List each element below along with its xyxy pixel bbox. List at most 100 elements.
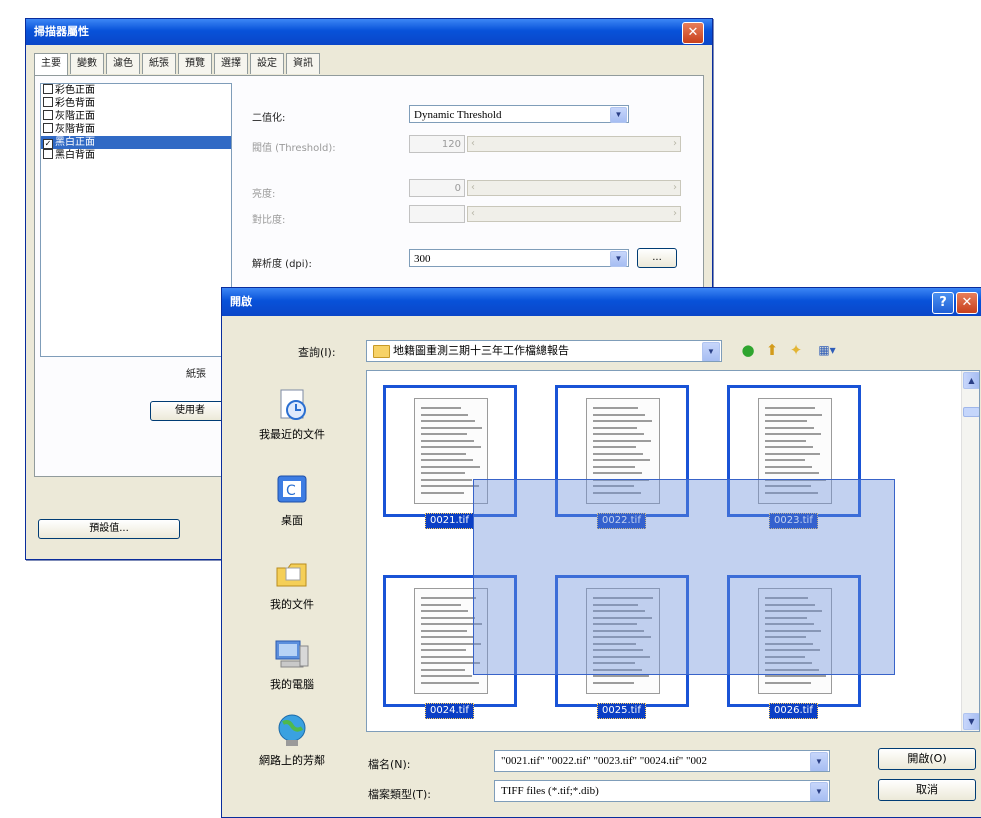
- close-icon[interactable]: ✕: [956, 292, 978, 314]
- threshold-slider[interactable]: ‹ ›: [467, 136, 681, 152]
- resolution-select[interactable]: 300 ▼: [409, 249, 629, 267]
- desktop-icon: C: [272, 470, 312, 510]
- views-menu-icon[interactable]: ▦▾: [812, 340, 842, 360]
- binarize-select[interactable]: Dynamic Threshold ▼: [409, 105, 629, 123]
- use-button[interactable]: 使用者: [150, 401, 230, 421]
- list-item[interactable]: 彩色背面: [41, 97, 231, 110]
- checkbox[interactable]: [43, 110, 53, 120]
- tab-selection[interactable]: 選擇: [214, 53, 248, 74]
- filetype-label: 檔案類型(T):: [368, 788, 432, 801]
- checkbox[interactable]: [43, 123, 53, 133]
- preset-button[interactable]: 預設值...: [38, 519, 180, 539]
- tab-preview[interactable]: 預覽: [178, 53, 212, 74]
- list-item-label: 黑白正面: [55, 137, 95, 148]
- brightness-slider[interactable]: ‹ ›: [467, 180, 681, 196]
- page-text-line: [421, 465, 480, 468]
- page-text-line: [421, 655, 473, 658]
- network-places-icon: [272, 710, 312, 750]
- tab-main[interactable]: 主要: [34, 53, 68, 76]
- tab-variables[interactable]: 變數: [70, 53, 104, 74]
- contrast-slider[interactable]: ‹ ›: [467, 206, 681, 222]
- open-file-dialog: 開啟 ? ✕ 查詢(I): 地籍圖重測三期十三年工作檔總報告 ▼ ● ⬆ ✦ ▦…: [221, 287, 981, 818]
- page-text-line: [593, 446, 636, 448]
- page-text-line: [765, 465, 812, 468]
- file-name-label[interactable]: 0024.tif: [425, 703, 474, 719]
- scanner-tab-strip: 主要 變數 濾色 紙張 預覽 選擇 設定 資訊: [34, 53, 320, 76]
- cancel-button[interactable]: 取消: [878, 779, 976, 801]
- page-text-line: [765, 675, 826, 677]
- filename-input[interactable]: "0021.tif" "0022.tif" "0023.tif" "0024.t…: [494, 750, 830, 772]
- list-item[interactable]: 灰階背面: [41, 123, 231, 136]
- chevron-down-icon[interactable]: ▼: [610, 107, 627, 123]
- new-folder-icon[interactable]: ✦: [786, 340, 806, 360]
- help-icon[interactable]: ?: [932, 292, 954, 314]
- scanner-dialog-title: 掃描器屬性: [26, 19, 712, 45]
- page-text-line: [421, 478, 472, 481]
- chevron-down-icon[interactable]: ▼: [702, 342, 720, 361]
- chevron-down-icon[interactable]: ▼: [610, 251, 627, 267]
- tab-settings[interactable]: 設定: [250, 53, 284, 74]
- page-text-line: [421, 649, 466, 651]
- list-item[interactable]: 彩色正面: [41, 84, 231, 97]
- page-text-line: [593, 426, 637, 429]
- chevron-down-icon[interactable]: ▼: [810, 782, 828, 801]
- scan-side-list: 彩色正面 彩色背面 灰階正面 灰階背面 ✓ 黑白正面 黑白背面: [40, 83, 232, 357]
- tab-info[interactable]: 資訊: [286, 53, 320, 74]
- place-label: 網路上的芳鄰: [259, 754, 325, 767]
- checkbox-checked[interactable]: ✓: [43, 139, 53, 149]
- page-text-line: [593, 465, 635, 468]
- drag-selection-rectangle: [473, 479, 895, 675]
- brightness-input[interactable]: 0: [409, 179, 465, 197]
- my-computer-icon: [272, 634, 312, 674]
- open-button[interactable]: 開啟(O): [878, 748, 976, 770]
- scroll-up-icon[interactable]: ▲: [963, 372, 979, 389]
- page-text-line: [421, 433, 467, 435]
- place-network[interactable]: 網路上的芳鄰: [232, 710, 352, 768]
- file-name-label[interactable]: 0021.tif: [425, 513, 474, 529]
- place-label: 我的電腦: [270, 678, 314, 691]
- page-text-line: [593, 452, 643, 455]
- list-item-selected[interactable]: ✓ 黑白正面: [41, 136, 231, 149]
- contrast-input[interactable]: [409, 205, 465, 223]
- page-text-line: [421, 420, 475, 422]
- page-text-line: [421, 452, 466, 455]
- file-thumbnail-view[interactable]: 0021.tif 0022.tif 0023.tif 0024.tif 0025…: [366, 370, 980, 732]
- place-recent[interactable]: 我最近的文件: [232, 384, 352, 442]
- checkbox[interactable]: [43, 84, 53, 94]
- lookin-select[interactable]: 地籍圖重測三期十三年工作檔總報告 ▼: [366, 340, 722, 362]
- folder-icon: [373, 345, 390, 358]
- page-text-line: [421, 629, 467, 632]
- page-text-line: [421, 636, 474, 638]
- resolution-more-button[interactable]: ...: [637, 248, 677, 268]
- up-folder-icon[interactable]: ⬆: [762, 340, 782, 360]
- page-text-line: [765, 439, 806, 442]
- tab-paper[interactable]: 紙張: [142, 53, 176, 74]
- binarize-label: 二值化:: [252, 113, 286, 124]
- page-text-line: [593, 420, 652, 422]
- close-icon[interactable]: ✕: [682, 22, 704, 44]
- scroll-thumb[interactable]: [963, 407, 979, 417]
- scroll-down-icon[interactable]: ▼: [963, 713, 979, 730]
- page-text-line: [765, 420, 807, 422]
- page-text-line: [421, 413, 468, 416]
- recent-documents-icon: [272, 384, 312, 424]
- place-label: 我的文件: [270, 598, 314, 611]
- back-icon[interactable]: ●: [738, 340, 758, 360]
- file-name-label[interactable]: 0025.tif: [597, 703, 646, 719]
- list-item[interactable]: 灰階正面: [41, 110, 231, 123]
- place-label: 桌面: [281, 514, 303, 527]
- chevron-down-icon[interactable]: ▼: [810, 752, 828, 771]
- threshold-input[interactable]: 120: [409, 135, 465, 153]
- place-my-computer[interactable]: 我的電腦: [232, 634, 352, 692]
- list-item[interactable]: 黑白背面: [41, 149, 231, 162]
- checkbox[interactable]: [43, 149, 53, 159]
- file-name-label[interactable]: 0026.tif: [769, 703, 818, 719]
- checkbox[interactable]: [43, 97, 53, 107]
- contrast-label: 對比度:: [252, 215, 286, 226]
- tab-color-filter[interactable]: 濾色: [106, 53, 140, 74]
- place-my-documents[interactable]: 我的文件: [232, 554, 352, 612]
- vertical-scrollbar[interactable]: ▲ ▼: [961, 371, 979, 731]
- filetype-select[interactable]: TIFF files (*.tif;*.dib) ▼: [494, 780, 830, 802]
- place-desktop[interactable]: C 桌面: [232, 470, 352, 528]
- list-item-label: 灰階背面: [55, 124, 95, 135]
